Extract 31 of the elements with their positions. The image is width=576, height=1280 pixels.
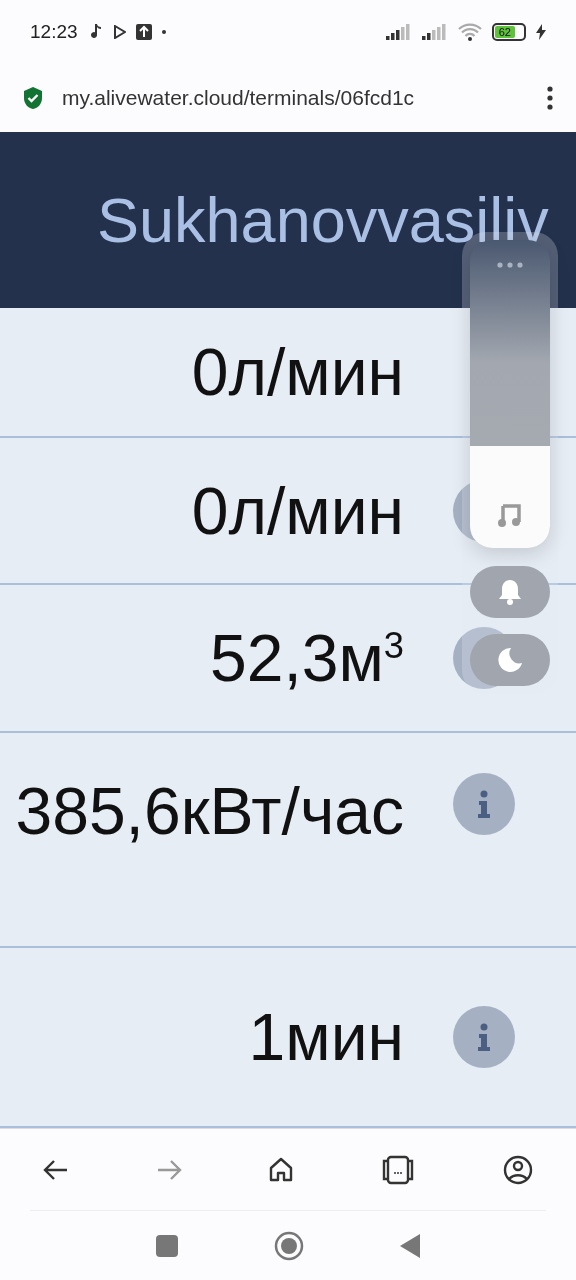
account-icon[interactable] <box>502 1154 533 1185</box>
bell-icon <box>498 579 522 605</box>
music-note-icon <box>497 502 523 528</box>
back-arrow-icon[interactable] <box>43 1158 70 1181</box>
url-field[interactable]: my.alivewater.cloud/terminals/06fcd1c <box>62 86 528 110</box>
upload-icon <box>135 24 152 40</box>
wifi-icon <box>458 23 482 41</box>
recents-icon[interactable] <box>156 1234 178 1257</box>
home-circle-icon[interactable] <box>274 1230 304 1261</box>
more-dots-icon <box>497 262 523 268</box>
home-icon[interactable] <box>267 1156 294 1183</box>
charging-icon <box>536 24 546 40</box>
moon-icon <box>497 647 523 673</box>
reading-value: 0л/мин <box>190 472 404 549</box>
battery-icon: 62 <box>492 23 526 41</box>
time: 12:23 <box>30 21 78 43</box>
terminal-title: Sukhanovvasiliv <box>97 184 549 256</box>
shield-check-icon <box>22 86 44 110</box>
reading-value: 0л/мин <box>190 334 404 410</box>
reading-value: 52,3м$^{3}$ <box>208 620 404 696</box>
info-icon <box>477 790 491 818</box>
back-triangle-icon[interactable] <box>400 1233 420 1258</box>
reading-value: 1мин <box>247 999 404 1075</box>
signal-icon <box>422 24 448 40</box>
info-icon <box>477 1023 491 1051</box>
signal-icon <box>386 24 412 40</box>
play-icon <box>113 25 126 39</box>
more-menu-icon[interactable] <box>546 86 554 110</box>
reading-value: 385,6кВт/час <box>14 773 404 849</box>
dot-icon <box>161 30 166 34</box>
forward-arrow-icon[interactable] <box>155 1158 182 1181</box>
